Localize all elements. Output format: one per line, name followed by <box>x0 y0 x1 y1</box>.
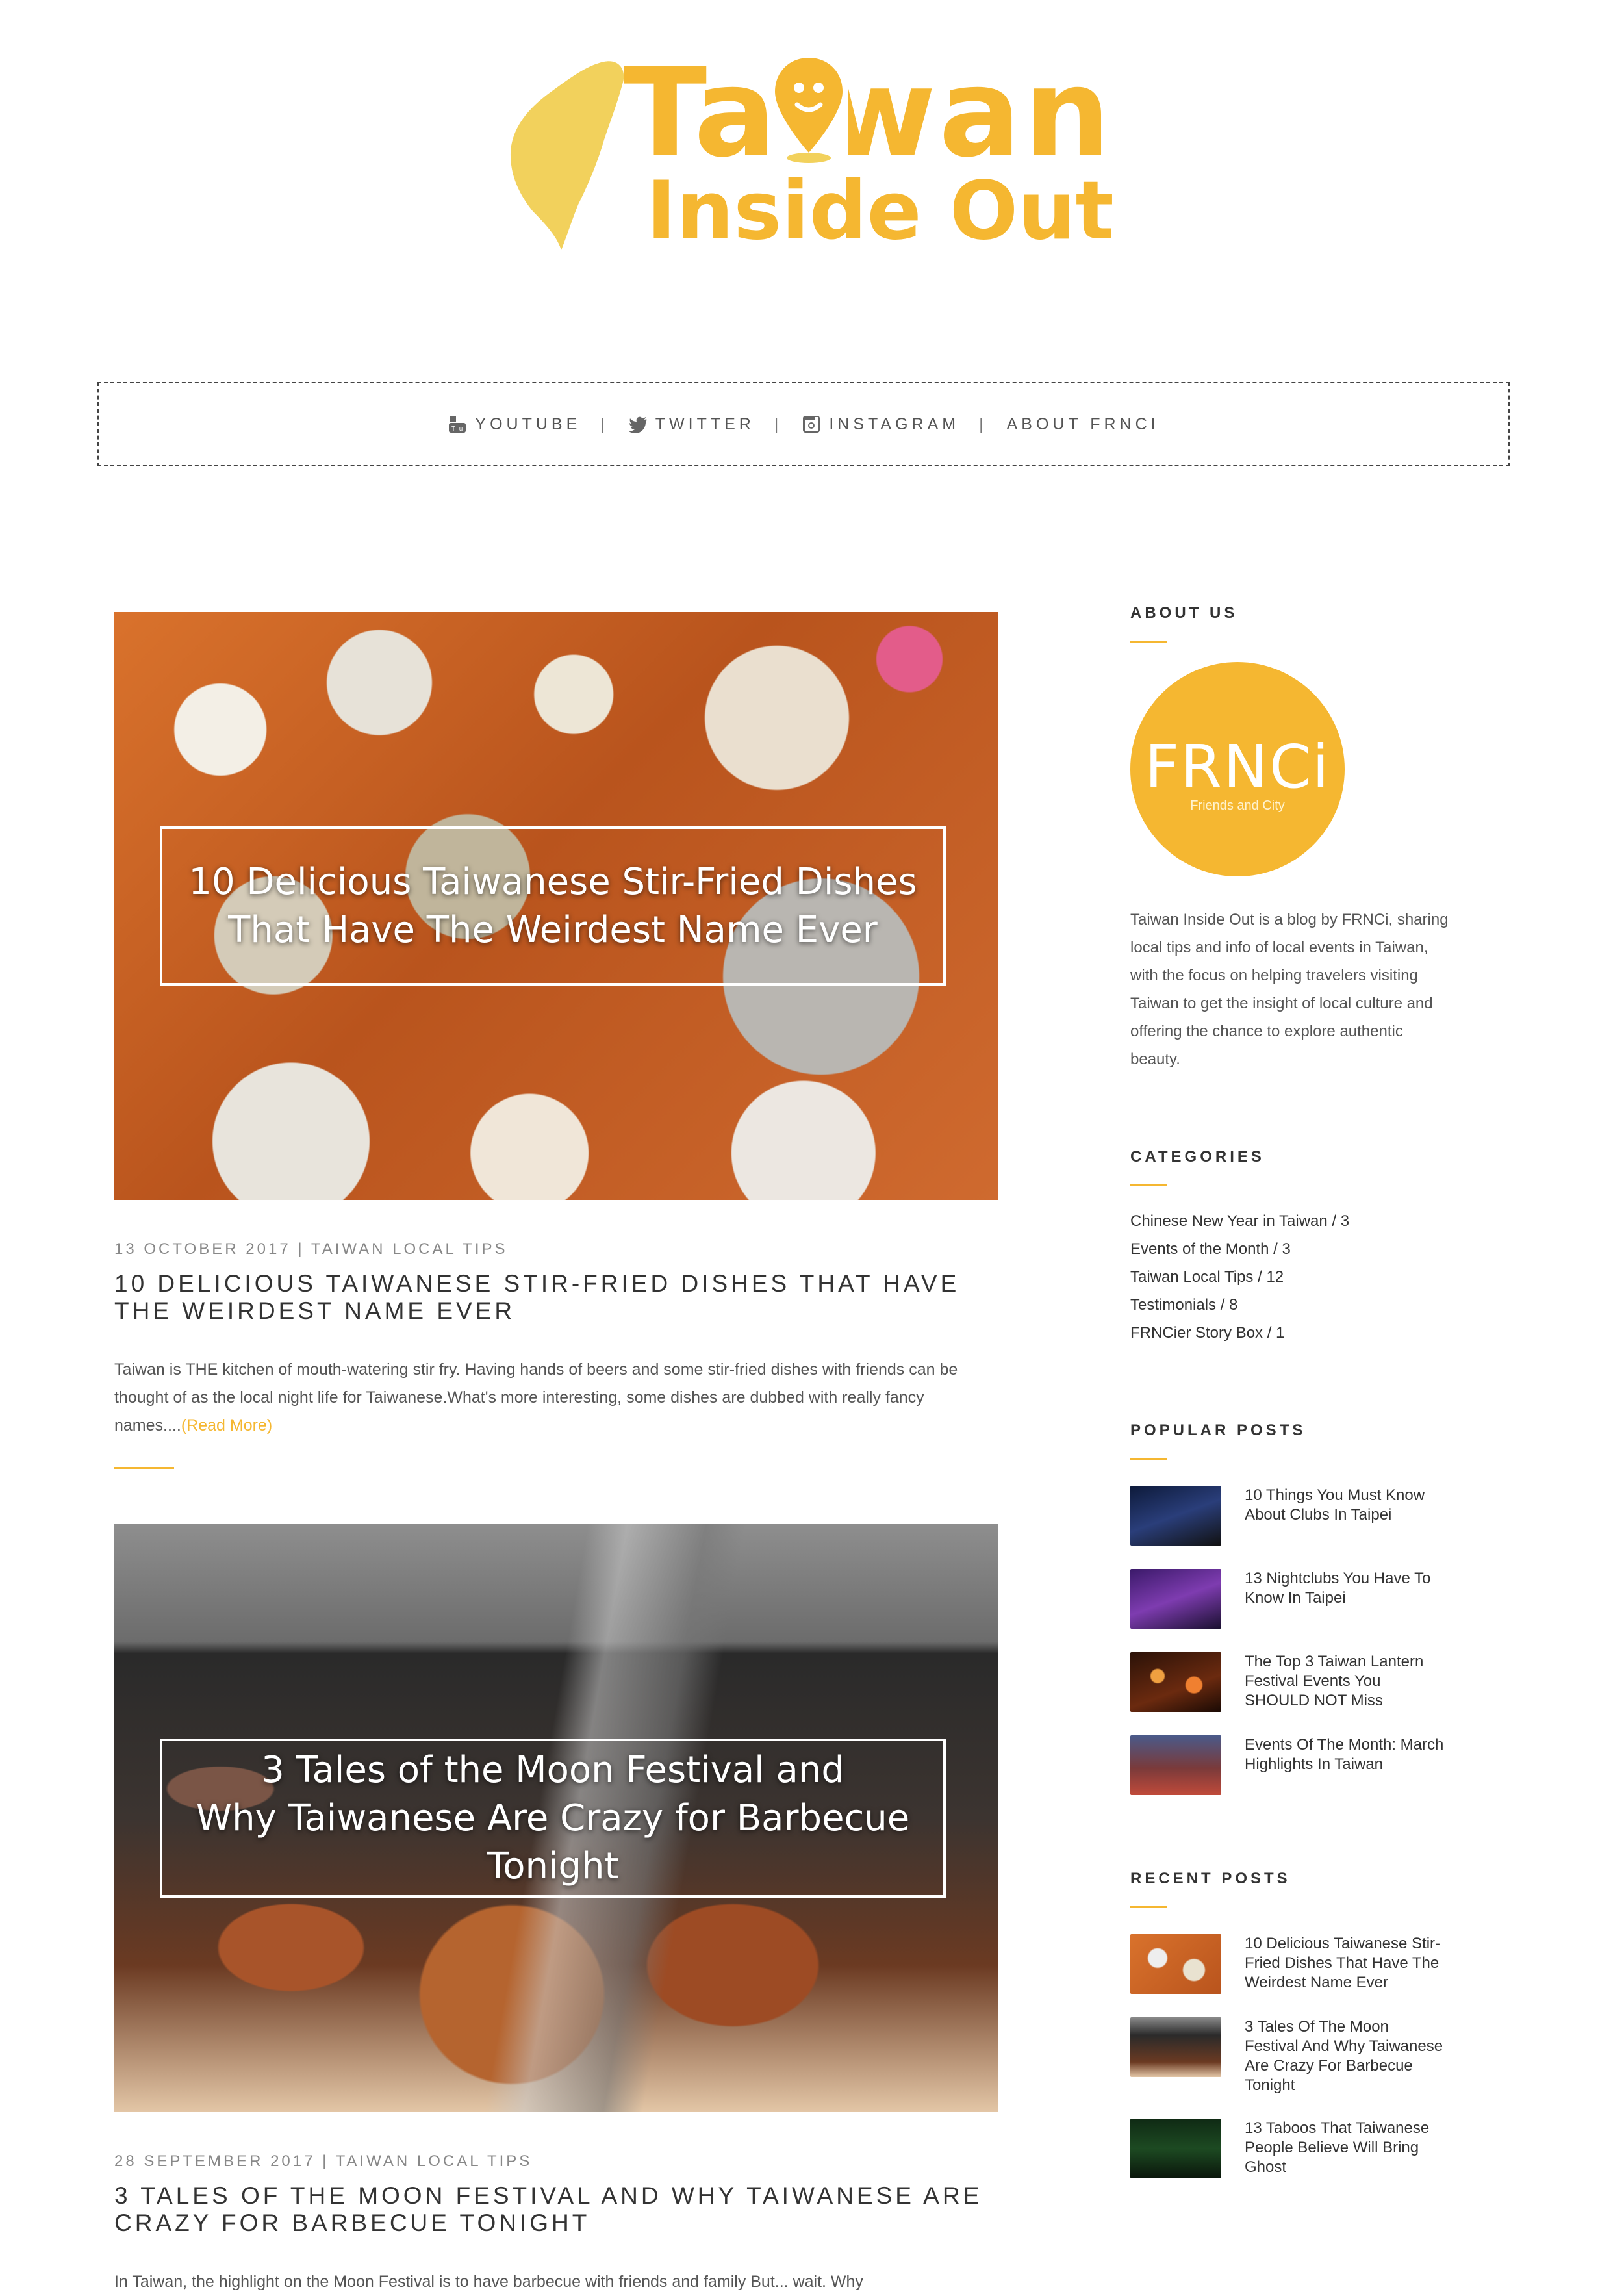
popular-post-list: 10 Things You Must Know About Clubs In T… <box>1130 1486 1455 1795</box>
popular-post-item[interactable]: Events Of The Month: March Highlights In… <box>1130 1735 1455 1795</box>
nav-instagram-label: INSTAGRAM <box>829 415 960 433</box>
post-thumbnail[interactable] <box>1130 1735 1221 1795</box>
category-link[interactable]: FRNCier Story Box / 1 <box>1130 1319 1455 1347</box>
recent-post-title[interactable]: 10 Delicious Taiwanese Stir-Fried Dishes… <box>1245 1934 1446 1993</box>
post-featured-image[interactable]: 10 Delicious Taiwanese Stir-Fried Dishes… <box>114 612 998 1200</box>
post-thumbnail[interactable] <box>1130 1569 1221 1629</box>
category-link[interactable]: Taiwan Local Tips / 12 <box>1130 1263 1455 1291</box>
nav-youtube[interactable]: Tube YOUTUBE <box>448 415 581 434</box>
popular-post-title[interactable]: The Top 3 Taiwan Lantern Festival Events… <box>1245 1652 1446 1711</box>
recent-post-item[interactable]: 10 Delicious Taiwanese Stir-Fried Dishes… <box>1130 1934 1455 1994</box>
logo-title-line1: Taiwan <box>624 42 1113 185</box>
post-excerpt: In Taiwan, the highlight on the Moon Fes… <box>114 2268 972 2296</box>
taiwan-island-icon <box>510 61 624 251</box>
site-logo[interactable]: Taiwan Inside Out <box>507 49 1124 263</box>
post-image-title: 10 Delicious Taiwanese Stir-Fried Dishes… <box>188 858 917 954</box>
post-card: 10 Delicious Taiwanese Stir-Fried Dishes… <box>114 612 998 1469</box>
category-link[interactable]: Testimonials / 8 <box>1130 1291 1455 1319</box>
sidebar: ABOUT US FRNCi Friends and City Taiwan I… <box>1130 604 1455 2178</box>
post-divider <box>114 1467 174 1469</box>
popular-post-item[interactable]: 13 Nightclubs You Have To Know In Taipei <box>1130 1569 1455 1629</box>
popular-posts-widget: POPULAR POSTS 10 Things You Must Know Ab… <box>1130 1422 1455 1795</box>
post-date: 13 OCTOBER 2017 <box>114 1240 291 1258</box>
about-text: Taiwan Inside Out is a blog by FRNCi, sh… <box>1130 911 1449 1068</box>
post-excerpt-text: In Taiwan, the highlight on the Moon Fes… <box>114 2273 863 2291</box>
recent-post-list: 10 Delicious Taiwanese Stir-Fried Dishes… <box>1130 1934 1455 2178</box>
top-nav: Tube YOUTUBE | TWITTER | INSTAGRAM | ABO… <box>97 382 1510 466</box>
category-link[interactable]: Events of the Month / 3 <box>1130 1235 1455 1263</box>
post-card: 3 Tales of the Moon Festival and Why Tai… <box>114 1524 998 2296</box>
nav-about[interactable]: ABOUT FRNCI <box>1007 415 1160 434</box>
twitter-icon <box>628 416 647 433</box>
post-excerpt: Taiwan is THE kitchen of mouth-watering … <box>114 1356 972 1440</box>
widget-title-popular: POPULAR POSTS <box>1130 1422 1306 1439</box>
category-link[interactable]: Chinese New Year in Taiwan / 3 <box>1130 1207 1455 1235</box>
post-image-title: 3 Tales of the Moon Festival and Why Tai… <box>162 1746 943 1891</box>
post-title[interactable]: 10 DELICIOUS TAIWANESE STIR-FRIED DISHES… <box>114 1270 998 1325</box>
nav-youtube-label: YOUTUBE <box>475 415 581 433</box>
widget-title-about: ABOUT US <box>1130 604 1238 622</box>
nav-twitter-label: TWITTER <box>655 415 755 433</box>
post-category[interactable]: TAIWAN LOCAL TIPS <box>336 2152 533 2170</box>
svg-text:Tube: Tube <box>451 426 467 433</box>
youtube-icon: Tube <box>449 416 467 433</box>
post-meta-separator: | <box>322 2152 329 2170</box>
frnci-logo-text: FRNCi <box>1145 732 1330 802</box>
nav-instagram[interactable]: INSTAGRAM <box>802 415 959 434</box>
post-meta: 28 SEPTEMBER 2017 | TAIWAN LOCAL TIPS <box>114 2152 998 2171</box>
post-thumbnail[interactable] <box>1130 2017 1221 2077</box>
category-list: Chinese New Year in Taiwan / 3 Events of… <box>1130 1207 1455 1347</box>
widget-divider <box>1130 1184 1167 1186</box>
recent-post-title[interactable]: 3 Tales Of The Moon Festival And Why Tai… <box>1245 2017 1446 2095</box>
post-featured-image[interactable]: 3 Tales of the Moon Festival and Why Tai… <box>114 1524 998 2112</box>
nav-separator: | <box>774 415 783 433</box>
post-thumbnail[interactable] <box>1130 2119 1221 2178</box>
recent-post-title[interactable]: 13 Taboos That Taiwanese People Believe … <box>1245 2119 1446 2177</box>
widget-divider <box>1130 641 1167 643</box>
widget-title-categories: CATEGORIES <box>1130 1148 1265 1166</box>
popular-post-title[interactable]: Events Of The Month: March Highlights In… <box>1245 1735 1446 1774</box>
read-more-link[interactable]: (Read More) <box>181 1416 272 1435</box>
post-title[interactable]: 3 TALES OF THE MOON FESTIVAL AND WHY TAI… <box>114 2182 998 2237</box>
post-meta-separator: | <box>298 1240 305 1258</box>
categories-widget: CATEGORIES Chinese New Year in Taiwan / … <box>1130 1148 1455 1347</box>
post-thumbnail[interactable] <box>1130 1486 1221 1546</box>
nav-separator: | <box>600 415 609 433</box>
post-meta: 13 OCTOBER 2017 | TAIWAN LOCAL TIPS <box>114 1240 998 1258</box>
post-image-title-line1: 10 Delicious Taiwanese Stir-Fried Dishes <box>188 860 917 903</box>
popular-post-title[interactable]: 13 Nightclubs You Have To Know In Taipei <box>1245 1569 1446 1608</box>
about-widget: ABOUT US FRNCi Friends and City Taiwan I… <box>1130 604 1455 1073</box>
nav-separator: | <box>979 415 987 433</box>
nav-about-label: ABOUT FRNCI <box>1006 415 1160 433</box>
frnci-logo[interactable]: FRNCi Friends and City <box>1130 662 1345 876</box>
recent-post-item[interactable]: 3 Tales Of The Moon Festival And Why Tai… <box>1130 2017 1455 2095</box>
post-image-title-frame: 3 Tales of the Moon Festival and Why Tai… <box>160 1739 946 1898</box>
recent-posts-widget: RECENT POSTS 10 Delicious Taiwanese Stir… <box>1130 1870 1455 2178</box>
post-thumbnail[interactable] <box>1130 1934 1221 1994</box>
post-image-title-line2: Why Taiwanese Are Crazy for Barbecue Ton… <box>196 1796 910 1887</box>
popular-post-title[interactable]: 10 Things You Must Know About Clubs In T… <box>1245 1486 1446 1525</box>
post-category[interactable]: TAIWAN LOCAL TIPS <box>311 1240 508 1258</box>
logo-title-line2: Inside Out <box>646 164 1114 258</box>
frnci-logo-tagline: Friends and City <box>1190 798 1285 813</box>
post-image-title-line1: 3 Tales of the Moon Festival and <box>261 1748 844 1791</box>
widget-title-recent: RECENT POSTS <box>1130 1870 1291 1887</box>
popular-post-item[interactable]: The Top 3 Taiwan Lantern Festival Events… <box>1130 1652 1455 1712</box>
widget-divider <box>1130 1906 1167 1908</box>
post-image-title-line2: That Have The Weirdest Name Ever <box>228 908 878 951</box>
widget-divider <box>1130 1458 1167 1460</box>
post-thumbnail[interactable] <box>1130 1652 1221 1712</box>
nav-twitter[interactable]: TWITTER <box>628 415 755 434</box>
popular-post-item[interactable]: 10 Things You Must Know About Clubs In T… <box>1130 1486 1455 1546</box>
post-date: 28 SEPTEMBER 2017 <box>114 2152 316 2170</box>
recent-post-item[interactable]: 13 Taboos That Taiwanese People Believe … <box>1130 2119 1455 2178</box>
instagram-icon <box>803 416 820 433</box>
post-image-title-frame: 10 Delicious Taiwanese Stir-Fried Dishes… <box>160 826 946 986</box>
